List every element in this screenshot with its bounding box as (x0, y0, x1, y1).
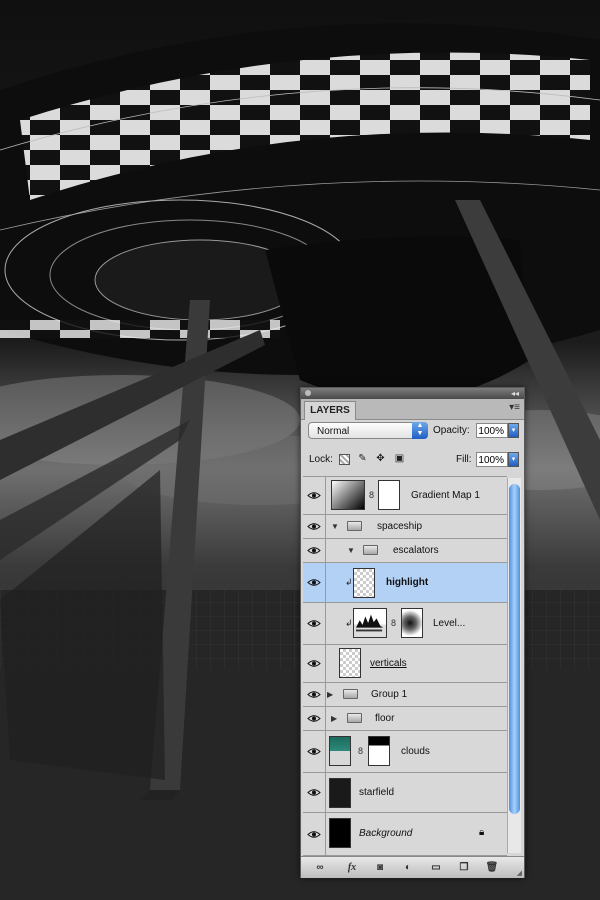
layer-name: Gradient Map 1 (411, 490, 480, 501)
eye-icon[interactable] (303, 683, 326, 706)
panel-footer: ∞ fx ◙ ◐ ▭ ❐ 🗑︎ ◢ (301, 856, 524, 878)
link-icon: 8 (358, 746, 364, 756)
clipping-arrow-icon: ↲ (345, 577, 353, 587)
clipping-arrow-icon: ↲ (345, 618, 353, 628)
group-row[interactable]: ▼ spaceship (303, 515, 507, 539)
lock-icon: 🔒︎ (479, 827, 485, 838)
resize-grip-icon[interactable]: ◢ (517, 869, 522, 877)
fill-field[interactable]: 100% (476, 452, 508, 467)
eye-icon[interactable] (303, 515, 326, 538)
folder-icon (347, 713, 362, 723)
layer-thumbnail[interactable] (339, 648, 361, 678)
layer-row[interactable]: verticals (303, 645, 507, 683)
chevron-right-icon[interactable]: ▶ (331, 714, 337, 723)
lock-move-icon[interactable]: ✥ (375, 453, 386, 464)
panel-menu-icon[interactable]: ▾≡ (509, 402, 520, 413)
link-icon: 8 (391, 618, 397, 628)
opacity-label: Opacity: (433, 425, 470, 436)
layer-name: clouds (401, 746, 430, 757)
eye-icon[interactable] (303, 645, 326, 682)
eye-icon[interactable] (303, 731, 326, 772)
link-layers-icon[interactable]: ∞ (313, 861, 327, 874)
layer-thumbnail[interactable] (353, 568, 375, 598)
lock-label: Lock: (309, 454, 333, 465)
layers-list: 8 Gradient Map 1 ▼ spaceship ▼ escalator… (303, 476, 507, 856)
select-arrows-icon: ▲ ▼ (412, 422, 428, 439)
layer-thumbnail[interactable] (329, 736, 351, 766)
eye-icon[interactable] (303, 773, 326, 812)
folder-icon (363, 545, 378, 555)
eye-icon[interactable] (303, 813, 326, 855)
fill-dropdown-icon[interactable]: ▾ (508, 452, 519, 467)
lock-icon[interactable]: ▣ (394, 453, 405, 464)
layer-row[interactable]: 8 clouds (303, 731, 507, 773)
layer-name: starfield (359, 787, 395, 798)
layer-row[interactable]: 8 Gradient Map 1 (303, 477, 507, 515)
lock-paint-icon[interactable]: ✎ (357, 453, 368, 464)
eye-icon[interactable] (303, 539, 326, 562)
new-group-icon[interactable]: ▭ (429, 861, 443, 874)
layer-row[interactable]: Background 🔒︎ (303, 813, 507, 856)
link-icon: 8 (369, 490, 375, 500)
opacity-field[interactable]: 100% (476, 423, 508, 438)
tab-layers[interactable]: LAYERS (304, 401, 356, 420)
adjustment-thumbnail[interactable] (353, 608, 387, 638)
folder-icon (343, 689, 358, 699)
chevron-down-icon[interactable]: ▼ (331, 522, 339, 531)
adjustment-layer-icon[interactable]: ◐ (401, 861, 415, 874)
eye-icon[interactable] (303, 603, 326, 644)
fill-label: Fill: (456, 454, 472, 465)
layer-row[interactable]: starfield (303, 773, 507, 813)
mask-thumbnail[interactable] (368, 736, 390, 766)
scrollbar-thumb[interactable] (509, 484, 520, 814)
trash-icon[interactable]: 🗑︎ (485, 861, 499, 874)
layer-row[interactable]: ↲ 8 Level... (303, 603, 507, 645)
layer-thumbnail[interactable] (329, 778, 351, 808)
chevron-right-icon[interactable]: ▶ (327, 690, 333, 699)
fx-icon[interactable]: fx (345, 861, 359, 874)
lock-transparency-icon[interactable] (339, 454, 350, 465)
mask-thumbnail[interactable] (401, 608, 423, 638)
layer-name: Level... (433, 618, 466, 629)
group-row[interactable]: ▶ floor (303, 707, 507, 731)
layers-scrollbar[interactable] (507, 478, 521, 853)
layer-name: highlight (386, 577, 429, 588)
new-layer-icon[interactable]: ❐ (457, 861, 471, 874)
blend-mode-select[interactable]: Normal ▲ ▼ (308, 422, 428, 439)
layer-name: Group 1 (371, 689, 408, 700)
blend-mode-value: Normal (317, 426, 350, 437)
eye-icon[interactable] (303, 477, 326, 514)
layer-name: verticals (370, 658, 407, 669)
layers-panel: ◂◂ LAYERS ▾≡ Normal ▲ ▼ Opacity: 100% ▾ L… (300, 387, 525, 878)
layer-row-selected[interactable]: ↲ highlight (303, 563, 507, 603)
folder-icon (347, 521, 362, 531)
mask-thumbnail[interactable] (378, 480, 400, 510)
chevron-down-icon[interactable]: ▼ (347, 546, 355, 555)
panel-titlebar[interactable]: ◂◂ (301, 388, 524, 399)
layer-name: spaceship (377, 521, 423, 532)
histogram-icon (356, 614, 384, 632)
eye-icon[interactable] (303, 707, 326, 730)
opacity-dropdown-icon[interactable]: ▾ (508, 423, 519, 438)
panel-tab-row: LAYERS ▾≡ (301, 399, 524, 420)
add-mask-icon[interactable]: ◙ (373, 861, 387, 874)
eye-icon[interactable] (303, 563, 326, 602)
layer-name: Background (359, 828, 413, 839)
layer-thumbnail[interactable] (329, 818, 351, 848)
layer-name: escalators (393, 545, 439, 556)
group-row[interactable]: ▼ escalators (303, 539, 507, 563)
layer-name: floor (375, 713, 395, 724)
group-row[interactable]: ▶ Group 1 (303, 683, 507, 707)
adjustment-thumbnail[interactable] (331, 480, 365, 510)
close-icon[interactable] (305, 390, 311, 396)
collapse-icon[interactable]: ◂◂ (511, 388, 519, 399)
